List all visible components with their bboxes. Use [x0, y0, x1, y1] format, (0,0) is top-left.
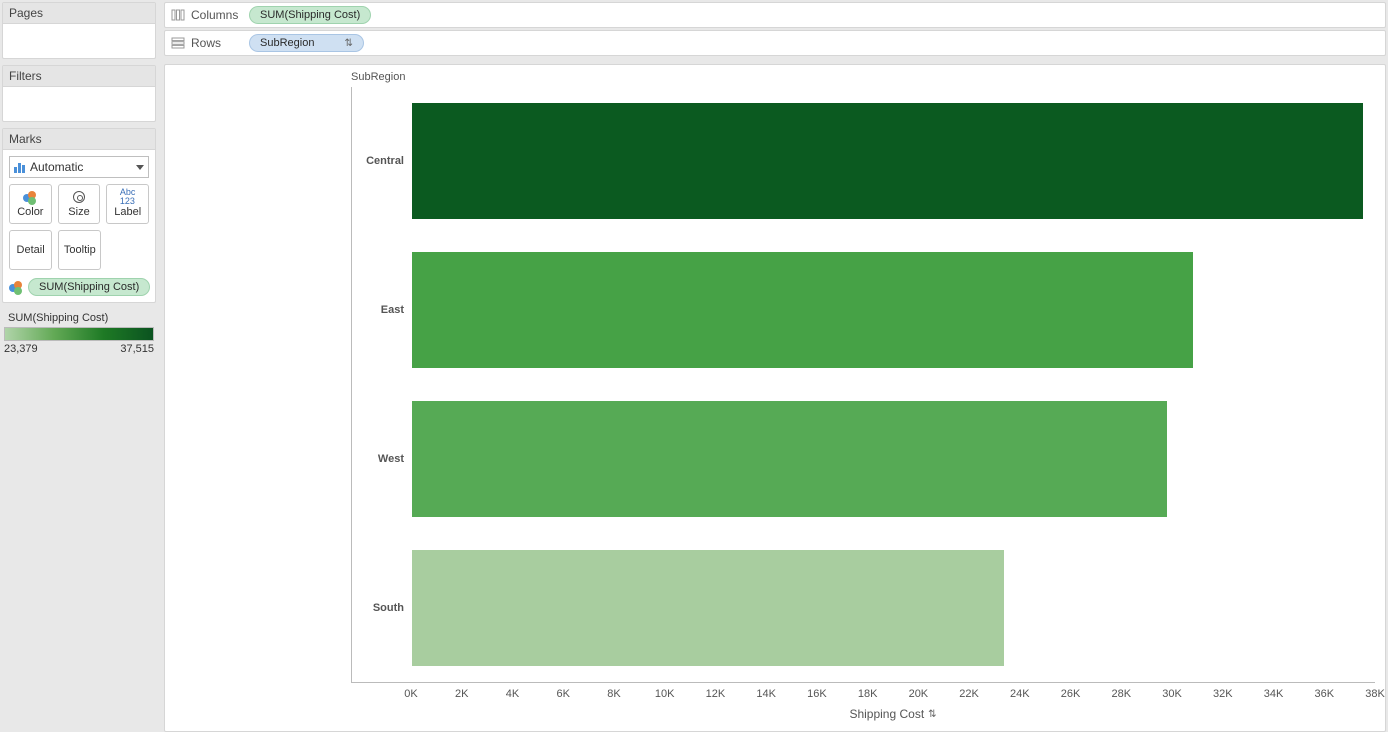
marks-title: Marks	[3, 129, 155, 150]
left-sidebar: Pages Filters Marks Automatic	[0, 0, 158, 732]
marks-color-pill[interactable]: SUM(Shipping Cost)	[28, 278, 150, 296]
pages-card: Pages	[2, 2, 156, 59]
y-label: South	[373, 602, 404, 614]
palette-icon	[23, 191, 37, 203]
marks-card: Marks Automatic Color Siz	[2, 128, 156, 303]
x-tick: 4K	[506, 688, 519, 700]
x-tick: 2K	[455, 688, 468, 700]
mark-type-value: Automatic	[30, 160, 83, 174]
filters-title: Filters	[3, 66, 155, 87]
bar-west[interactable]	[412, 401, 1167, 517]
pages-shelf[interactable]	[3, 24, 155, 58]
x-tick: 10K	[655, 688, 675, 700]
x-tick: 32K	[1213, 688, 1233, 700]
x-tick: 14K	[756, 688, 776, 700]
label-label: Label	[114, 206, 141, 218]
filters-shelf[interactable]	[3, 87, 155, 121]
legend-max: 37,515	[120, 343, 154, 355]
color-button[interactable]: Color	[9, 184, 52, 224]
columns-icon	[171, 8, 185, 22]
x-tick: 28K	[1112, 688, 1132, 700]
y-label: East	[381, 304, 404, 316]
rows-pill[interactable]: SubRegion ⇅	[249, 34, 364, 52]
sort-icon: ⇅	[928, 709, 936, 720]
main-area: Columns SUM(Shipping Cost) Rows SubRegio…	[158, 0, 1388, 732]
x-tick: 8K	[607, 688, 620, 700]
color-legend: SUM(Shipping Cost) 23,379 37,515	[2, 309, 156, 357]
tooltip-button[interactable]: Tooltip	[58, 230, 101, 270]
detail-label: Detail	[17, 244, 45, 256]
rows-label: Rows	[191, 36, 221, 50]
legend-title: SUM(Shipping Cost)	[4, 309, 154, 327]
legend-min: 23,379	[4, 343, 38, 355]
bar-south[interactable]	[412, 550, 1004, 666]
marks-color-shelf[interactable]: SUM(Shipping Cost)	[9, 276, 149, 296]
palette-icon	[9, 281, 23, 293]
bar-central[interactable]	[412, 103, 1363, 219]
sort-icon: ⇅	[344, 38, 352, 49]
x-tick: 34K	[1264, 688, 1284, 700]
columns-shelf[interactable]: Columns SUM(Shipping Cost)	[164, 2, 1386, 28]
x-tick: 12K	[706, 688, 726, 700]
visualization: SubRegion Central East West South Shipping …	[164, 64, 1386, 732]
pages-title: Pages	[3, 3, 155, 24]
label-icon: Abc123	[120, 190, 136, 204]
x-axis-title: Shipping Cost	[849, 707, 924, 721]
x-tick: 16K	[807, 688, 827, 700]
color-label: Color	[17, 206, 43, 218]
row-header: SubRegion	[351, 71, 405, 83]
y-label: West	[378, 453, 404, 465]
x-tick: 30K	[1162, 688, 1182, 700]
mark-type-select[interactable]: Automatic	[9, 156, 149, 178]
tooltip-label: Tooltip	[64, 244, 96, 256]
chart-area: Central East West South	[351, 87, 1375, 683]
bar-east[interactable]	[412, 252, 1193, 368]
x-tick: 22K	[959, 688, 979, 700]
x-tick: 6K	[556, 688, 569, 700]
columns-pill[interactable]: SUM(Shipping Cost)	[249, 6, 371, 24]
size-icon	[73, 191, 85, 203]
columns-label: Columns	[191, 8, 238, 22]
rows-icon	[171, 36, 185, 50]
label-button[interactable]: Abc123 Label	[106, 184, 149, 224]
chevron-down-icon	[136, 165, 144, 170]
rows-shelf[interactable]: Rows SubRegion ⇅	[164, 30, 1386, 56]
size-label: Size	[68, 206, 89, 218]
x-tick: 36K	[1314, 688, 1334, 700]
x-tick: 38K	[1365, 688, 1385, 700]
x-tick: 26K	[1061, 688, 1081, 700]
filters-card: Filters	[2, 65, 156, 122]
x-axis: Shipping Cost ⇅ 0K2K4K6K8K10K12K14K16K18…	[411, 683, 1375, 731]
x-tick: 18K	[858, 688, 878, 700]
x-tick: 20K	[909, 688, 929, 700]
y-label: Central	[366, 155, 404, 167]
size-button[interactable]: Size	[58, 184, 101, 224]
x-tick: 0K	[404, 688, 417, 700]
bar-chart-icon	[14, 161, 25, 173]
detail-button[interactable]: Detail	[9, 230, 52, 270]
plot-area[interactable]	[412, 87, 1375, 682]
rows-pill-text: SubRegion	[260, 37, 314, 49]
x-tick: 24K	[1010, 688, 1030, 700]
legend-ramp[interactable]	[4, 327, 154, 341]
